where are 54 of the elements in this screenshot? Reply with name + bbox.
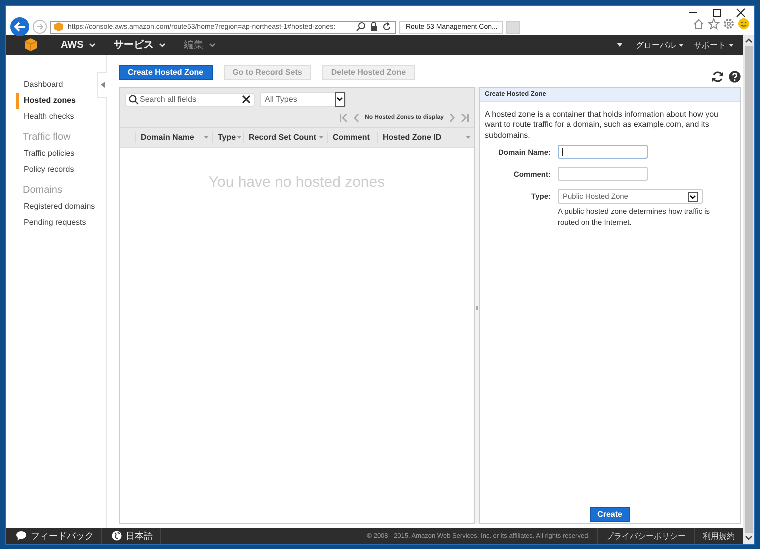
- search-icon[interactable]: [356, 22, 366, 32]
- globe-icon: [112, 531, 122, 541]
- text-field[interactable]: [558, 167, 648, 182]
- smiley-icon[interactable]: [738, 18, 750, 30]
- toolbar-button[interactable]: Create Hosted Zone: [119, 65, 213, 80]
- nav-menu[interactable]: サービス: [106, 38, 173, 52]
- scrollbar[interactable]: [743, 35, 754, 544]
- maximize-icon[interactable]: [712, 8, 722, 18]
- lock-icon: [370, 22, 378, 32]
- search-icon: [129, 94, 139, 104]
- nav-menu[interactable]: サポート: [691, 40, 737, 50]
- scroll-thumb[interactable]: [744, 46, 752, 533]
- create-button[interactable]: Create: [590, 507, 630, 522]
- sidebar-heading: Traffic flow: [22, 131, 72, 145]
- sidebar-item[interactable]: Health checks: [16, 109, 74, 125]
- collapse-tab[interactable]: [97, 72, 107, 98]
- cube-icon: [54, 22, 64, 32]
- sidebar-item[interactable]: Policy records: [16, 162, 74, 178]
- sidebar-item[interactable]: Hosted zones: [16, 93, 76, 109]
- first-page-icon[interactable]: [340, 114, 348, 122]
- nav-menu[interactable]: AWS: [54, 40, 103, 50]
- type-dropdown[interactable]: All Types: [260, 92, 346, 107]
- refresh-icon[interactable]: [712, 70, 724, 82]
- sidebar-item[interactable]: Pending requests: [16, 215, 86, 231]
- column-header[interactable]: Type: [212, 132, 243, 143]
- scroll-down-icon[interactable]: [744, 536, 752, 541]
- sidebar-item[interactable]: Dashboard: [16, 77, 64, 93]
- column-header[interactable]: Hosted Zone ID: [377, 132, 474, 143]
- sidebar-item[interactable]: Registered domains: [16, 199, 96, 215]
- caret-down-icon[interactable]: [617, 43, 623, 47]
- scroll-up-icon[interactable]: [744, 38, 752, 43]
- sidebar-item[interactable]: Traffic policies: [16, 146, 75, 162]
- help-icon[interactable]: [729, 70, 741, 82]
- next-page-icon[interactable]: [450, 114, 455, 122]
- clear-icon[interactable]: [242, 95, 251, 104]
- nav-menu[interactable]: グローバル: [633, 40, 687, 50]
- column-header[interactable]: Domain Name: [135, 132, 212, 143]
- star-icon[interactable]: [708, 18, 720, 30]
- speech-bubble-icon: [16, 531, 27, 541]
- previous-page-icon[interactable]: [354, 114, 359, 122]
- text-field[interactable]: [558, 145, 648, 160]
- panel-description: A hosted zone is a container that holds information about how you want to route traffic for a domain, such as example.com, and its subdomains.: [485, 110, 720, 142]
- language-selector[interactable]: 日本語: [102, 528, 161, 544]
- caret-left-icon: [100, 82, 104, 88]
- refresh-icon[interactable]: [382, 22, 392, 32]
- feedback-link[interactable]: フィードバック: [6, 528, 102, 544]
- column-header[interactable]: Record Set Count: [243, 132, 327, 143]
- search-field[interactable]: Search all fields: [125, 92, 255, 106]
- cube-logo-icon[interactable]: [24, 38, 38, 52]
- last-page-icon[interactable]: [461, 114, 469, 122]
- close-icon[interactable]: [736, 8, 746, 18]
- column-header[interactable]: Comment: [327, 132, 377, 143]
- footer-link[interactable]: プライバシーポリシー: [597, 528, 694, 544]
- sidebar-heading: Domains: [22, 184, 64, 198]
